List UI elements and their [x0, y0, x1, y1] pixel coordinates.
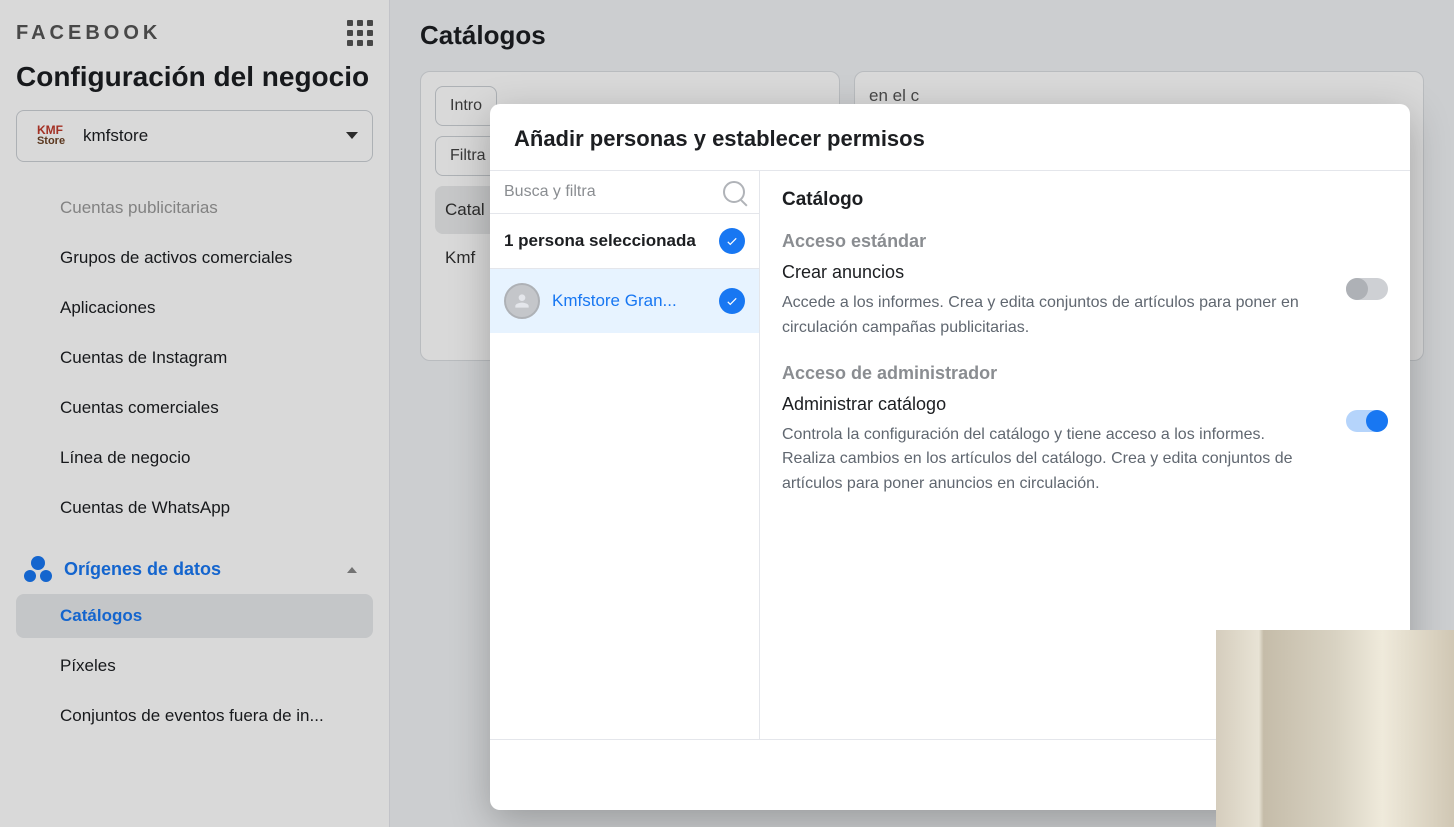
- person-row[interactable]: Kmfstore Gran...: [490, 269, 759, 333]
- sidebar-item-business-line[interactable]: Línea de negocio: [16, 436, 373, 480]
- business-logo: KMF Store: [31, 121, 71, 151]
- sidebar-section-data-sources[interactable]: Orígenes de datos: [16, 546, 373, 594]
- permission-title: Administrar catálogo: [782, 394, 1318, 415]
- business-name: kmfstore: [83, 126, 334, 146]
- search-icon[interactable]: [723, 181, 745, 203]
- chevron-up-icon: [347, 567, 357, 573]
- main-title: Catálogos: [420, 20, 1424, 51]
- sidebar-item-offline-events[interactable]: Conjuntos de eventos fuera de in...: [16, 694, 373, 738]
- page-title: Configuración del negocio: [16, 60, 373, 94]
- sidebar-item-pixels[interactable]: Píxeles: [16, 644, 373, 688]
- sidebar-item-asset-groups[interactable]: Grupos de activos comerciales: [16, 236, 373, 280]
- sidebar-item-apps[interactable]: Aplicaciones: [16, 286, 373, 330]
- permission-create-ads: Crear anuncios Accede a los informes. Cr…: [782, 262, 1388, 341]
- search-input[interactable]: [504, 183, 723, 201]
- webcam-overlay: [1216, 630, 1454, 827]
- brand-text: FACEBOOK: [16, 22, 161, 45]
- apps-grid-icon[interactable]: [347, 20, 373, 46]
- sidebar: FACEBOOK Configuración del negocio KMF S…: [0, 0, 390, 827]
- data-sources-icon: [24, 556, 52, 584]
- intro-pill[interactable]: Intro: [435, 86, 497, 126]
- business-selector[interactable]: KMF Store kmfstore: [16, 110, 373, 162]
- toggle-manage-catalog[interactable]: [1346, 410, 1388, 432]
- permission-desc: Accede a los informes. Crea y edita conj…: [782, 291, 1318, 341]
- modal-people-column: 1 persona seleccionada Kmfstore Gran...: [490, 171, 760, 739]
- check-badge-icon[interactable]: [719, 288, 745, 314]
- sidebar-item-whatsapp[interactable]: Cuentas de WhatsApp: [16, 486, 373, 530]
- sidebar-item-instagram[interactable]: Cuentas de Instagram: [16, 336, 373, 380]
- toggle-create-ads[interactable]: [1346, 278, 1388, 300]
- sidebar-section-label: Orígenes de datos: [64, 559, 221, 580]
- search-row: [490, 171, 759, 214]
- person-name: Kmfstore Gran...: [552, 291, 707, 311]
- permissions-title: Catálogo: [782, 189, 1388, 211]
- selected-count-text: 1 persona seleccionada: [504, 231, 696, 251]
- standard-access-header: Acceso estándar: [782, 231, 1388, 252]
- sidebar-item-commerce[interactable]: Cuentas comerciales: [16, 386, 373, 430]
- chevron-down-icon: [346, 132, 358, 139]
- business-logo-bot: Store: [37, 136, 65, 147]
- permission-manage-catalog: Administrar catálogo Controla la configu…: [782, 394, 1388, 497]
- admin-access-header: Acceso de administrador: [782, 363, 1388, 384]
- permission-desc: Controla la configuración del catálogo y…: [782, 423, 1318, 497]
- avatar-icon: [504, 283, 540, 319]
- sidebar-item-ad-accounts[interactable]: Cuentas publicitarias: [16, 186, 373, 230]
- brand-row: FACEBOOK: [16, 20, 373, 46]
- modal-title: Añadir personas y establecer permisos: [490, 104, 1410, 170]
- sidebar-item-catalogs[interactable]: Catálogos: [16, 594, 373, 638]
- permission-title: Crear anuncios: [782, 262, 1318, 283]
- check-badge-icon: [719, 228, 745, 254]
- detail-text-1: en el c: [869, 86, 1409, 106]
- selected-count-row: 1 persona seleccionada: [490, 214, 759, 269]
